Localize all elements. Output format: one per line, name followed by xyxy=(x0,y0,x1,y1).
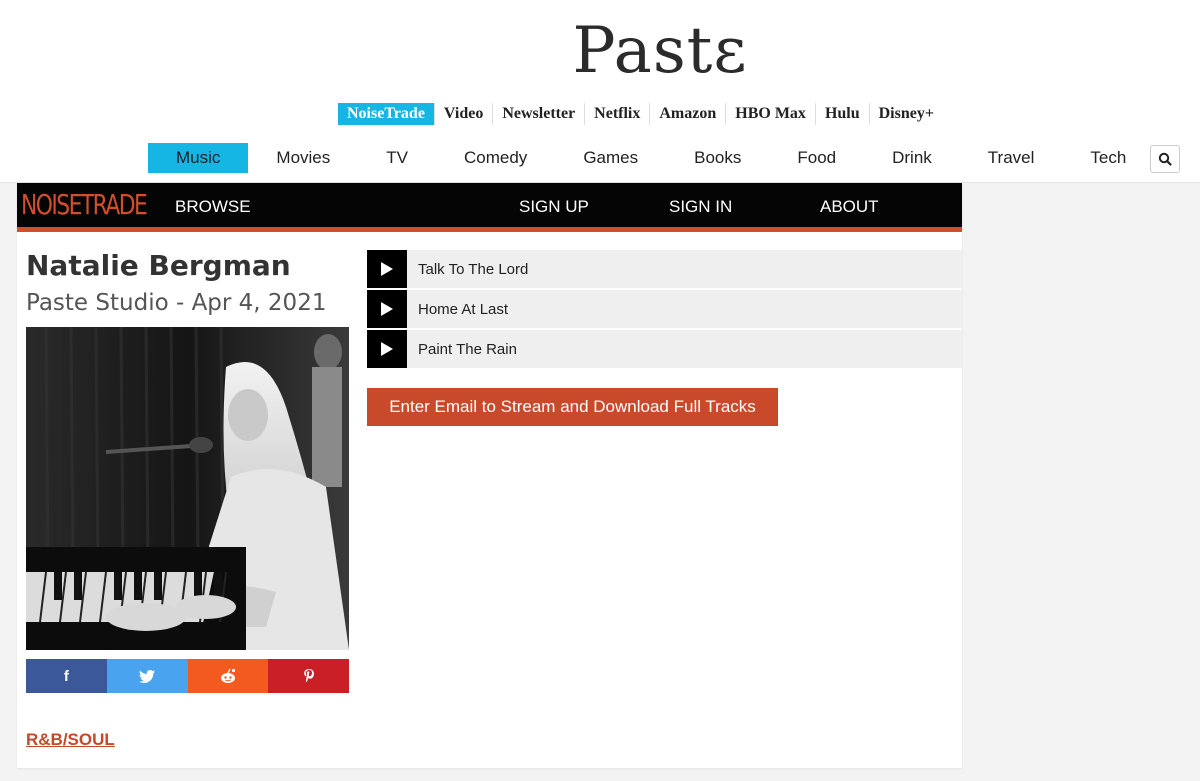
album-photo xyxy=(26,327,349,650)
top-link-netflix[interactable]: Netflix xyxy=(584,103,649,125)
nav-item-tv[interactable]: TV xyxy=(358,143,436,173)
about-link[interactable]: ABOUT xyxy=(820,183,879,231)
track-title: Paint The Rain xyxy=(418,340,517,358)
search-icon xyxy=(1158,152,1172,166)
paste-logo[interactable]: Pastɛ xyxy=(0,14,1200,88)
nav-item-books[interactable]: Books xyxy=(666,143,769,173)
top-link-hbo-max[interactable]: HBO Max xyxy=(725,103,815,125)
top-link-video[interactable]: Video xyxy=(433,103,492,125)
album-subtitle: Paste Studio - Apr 4, 2021 xyxy=(26,290,327,316)
pinterest-icon xyxy=(303,669,314,683)
nav-item-tech[interactable]: Tech xyxy=(1062,143,1154,173)
share-bar: f xyxy=(26,659,349,693)
play-button[interactable] xyxy=(367,290,407,328)
noisetrade-panel: NOISETRADE BROWSE SIGN UP SIGN IN ABOUT … xyxy=(17,183,962,768)
nav-item-movies[interactable]: Movies xyxy=(248,143,358,173)
track-list: Talk To The Lord Home At Last Paint The … xyxy=(367,250,962,370)
top-link-amazon[interactable]: Amazon xyxy=(649,103,725,125)
top-links-nav: NoiseTrade Video Newsletter Netflix Amaz… xyxy=(338,102,943,126)
track-row[interactable]: Paint The Rain xyxy=(367,330,962,368)
performer-photo-illustration xyxy=(26,327,349,650)
play-button[interactable] xyxy=(367,330,407,368)
twitter-icon xyxy=(139,669,156,683)
play-icon xyxy=(381,342,393,356)
nav-item-travel[interactable]: Travel xyxy=(960,143,1063,173)
nav-item-food[interactable]: Food xyxy=(769,143,864,173)
main-nav: Music Movies TV Comedy Games Books Food … xyxy=(148,143,1154,173)
facebook-icon: f xyxy=(63,667,69,685)
top-link-hulu[interactable]: Hulu xyxy=(814,103,869,125)
reddit-icon xyxy=(220,668,235,683)
nav-item-comedy[interactable]: Comedy xyxy=(436,143,555,173)
artist-name: Natalie Bergman xyxy=(26,249,291,282)
top-link-noisetrade[interactable]: NoiseTrade xyxy=(338,103,434,125)
top-link-newsletter[interactable]: Newsletter xyxy=(492,103,584,125)
email-stream-download-button[interactable]: Enter Email to Stream and Download Full … xyxy=(367,388,778,426)
play-icon xyxy=(381,302,393,316)
sign-in-link[interactable]: SIGN IN xyxy=(669,183,732,231)
track-row[interactable]: Home At Last xyxy=(367,290,962,328)
pinterest-share-button[interactable] xyxy=(268,659,349,693)
browse-link[interactable]: BROWSE xyxy=(175,183,251,231)
nav-item-music[interactable]: Music xyxy=(148,143,249,173)
play-icon xyxy=(381,262,393,276)
genre-link[interactable]: R&B/SOUL xyxy=(26,730,115,750)
noisetrade-header: NOISETRADE BROWSE SIGN UP SIGN IN ABOUT xyxy=(17,183,962,232)
track-row[interactable]: Talk To The Lord xyxy=(367,250,962,288)
reddit-share-button[interactable] xyxy=(187,659,269,693)
top-link-disney-plus[interactable]: Disney+ xyxy=(868,103,943,125)
track-title: Talk To The Lord xyxy=(418,260,529,278)
track-title: Home At Last xyxy=(418,300,509,318)
facebook-share-button[interactable]: f xyxy=(26,659,107,693)
nav-item-games[interactable]: Games xyxy=(555,143,666,173)
twitter-share-button[interactable] xyxy=(106,659,188,693)
sign-up-link[interactable]: SIGN UP xyxy=(519,183,589,231)
play-button[interactable] xyxy=(367,250,407,288)
noisetrade-logo[interactable]: NOISETRADE xyxy=(21,187,148,223)
nav-item-drink[interactable]: Drink xyxy=(864,143,960,173)
search-button[interactable] xyxy=(1150,145,1180,173)
